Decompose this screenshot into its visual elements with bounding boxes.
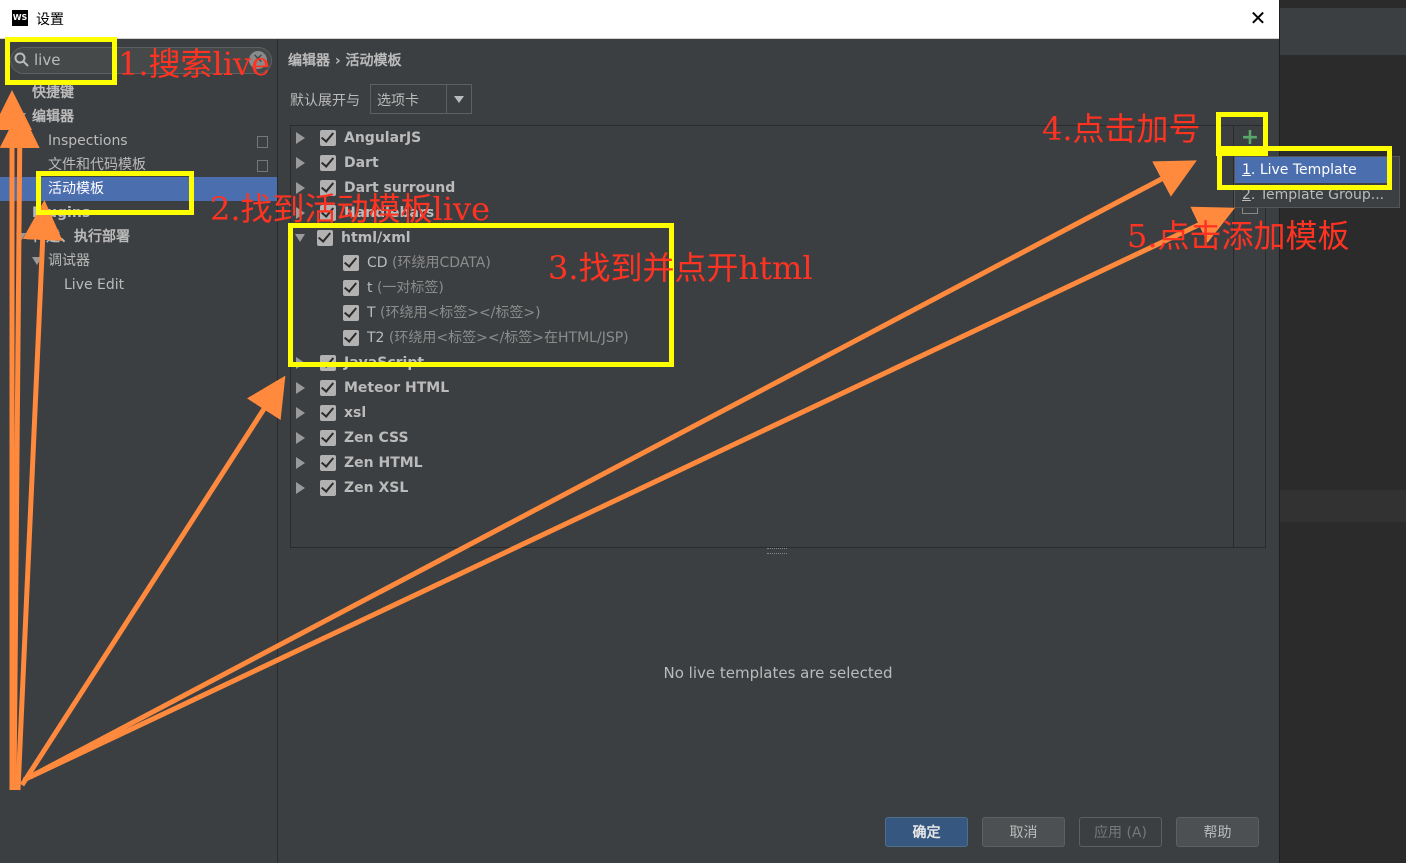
arrow-to-live-templates bbox=[15, 200, 63, 791]
annotation-step3: 3.找到并点开html bbox=[548, 249, 813, 287]
highlight-live-templates bbox=[36, 171, 194, 215]
arrow-to-search-2 bbox=[0, 108, 40, 791]
highlight-html-xml bbox=[288, 223, 674, 367]
arrow-to-html-xml bbox=[19, 375, 286, 787]
annotation-step5: 5.点击添加模板 bbox=[1127, 217, 1350, 255]
annotation-step4: 4.点击加号 bbox=[1042, 110, 1201, 148]
annotation-step2: 2.找到活动模板live bbox=[210, 190, 491, 228]
highlight-live-template-item bbox=[1217, 146, 1392, 190]
annotation-step1: 1.搜索live bbox=[118, 45, 271, 83]
highlight-search bbox=[5, 37, 117, 85]
